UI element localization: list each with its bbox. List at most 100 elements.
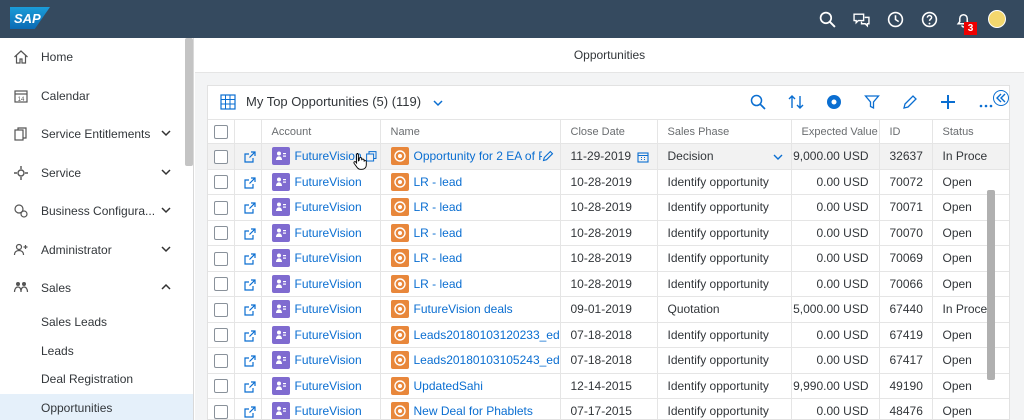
account-link[interactable]: FutureVision: [295, 200, 362, 214]
search-icon[interactable]: [810, 0, 844, 38]
opportunity-link[interactable]: UpdatedSahi: [414, 379, 483, 393]
sidebar-item-home[interactable]: Home: [0, 38, 193, 77]
table-row[interactable]: FutureVision LR - lead 10-28-2019 Identify …: [208, 220, 1009, 246]
opportunity-link[interactable]: LR - lead: [414, 277, 463, 291]
account-link[interactable]: FutureVision: [295, 149, 362, 163]
select-all-checkbox[interactable]: [214, 124, 228, 139]
open-record-cell[interactable]: [234, 322, 262, 348]
opportunity-link[interactable]: Leads20180103120233_edite: [414, 328, 560, 342]
search-icon[interactable]: [739, 90, 777, 114]
row-checkbox[interactable]: [214, 175, 228, 190]
opportunity-link[interactable]: LR - lead: [414, 200, 463, 214]
bell-icon[interactable]: 3: [946, 0, 980, 38]
close-date-cell[interactable]: 11-29-2019: [560, 143, 658, 170]
edit-icon[interactable]: [891, 90, 929, 114]
account-link[interactable]: FutureVision: [295, 175, 362, 189]
opportunity-link[interactable]: Opportunity for 2 EA of Pr: [414, 149, 551, 163]
opportunity-link[interactable]: LR - lead: [414, 251, 463, 265]
column-header-sales-phase[interactable]: Sales Phase: [657, 119, 792, 144]
row-checkbox[interactable]: [214, 302, 228, 317]
user-avatar[interactable]: [980, 0, 1014, 38]
table-view-icon[interactable]: [220, 94, 236, 110]
table-row[interactable]: FutureVision UpdatedSahi 12-14-2015 Identif…: [208, 373, 1009, 399]
row-checkbox[interactable]: [214, 328, 228, 343]
column-header-id[interactable]: ID: [879, 119, 933, 144]
filter-icon[interactable]: [853, 90, 891, 114]
column-header-status[interactable]: Status: [932, 119, 1009, 144]
query-selector[interactable]: My Top Opportunities (5) (119): [246, 94, 443, 109]
open-record-cell[interactable]: [234, 194, 262, 221]
sort-icon[interactable]: [777, 90, 815, 114]
chevron-down-icon[interactable]: [161, 205, 171, 215]
sidebar-subitem-sales-leads[interactable]: Sales Leads: [0, 308, 193, 337]
chevron-down-icon[interactable]: [161, 167, 171, 177]
row-checkbox[interactable]: [214, 277, 228, 292]
table-row[interactable]: FutureVision FutureVision deals 09-01-2019…: [208, 296, 1009, 323]
table-row[interactable]: FutureVision LR - lead 10-28-2019 Identify …: [208, 245, 1009, 272]
row-checkbox[interactable]: [214, 353, 228, 368]
account-link[interactable]: FutureVision: [295, 404, 362, 418]
open-record-cell[interactable]: [234, 143, 262, 170]
sidebar-item-administrator[interactable]: Administrator: [0, 231, 193, 270]
sidebar-item-business-configuration[interactable]: Business Configura...: [0, 192, 193, 231]
open-record-cell[interactable]: [234, 271, 262, 297]
open-record-cell[interactable]: [234, 245, 262, 272]
table-row[interactable]: FutureVision LR - lead 10-28-2019 Identify …: [208, 271, 1009, 297]
row-checkbox[interactable]: [214, 251, 228, 266]
account-link[interactable]: FutureVision: [295, 302, 362, 316]
column-header-expected-value[interactable]: Expected Value: [791, 119, 880, 144]
open-record-cell[interactable]: [234, 220, 262, 246]
row-checkbox[interactable]: [214, 200, 228, 215]
table-row[interactable]: FutureVision LR - lead 10-28-2019 Identify …: [208, 169, 1009, 195]
account-link[interactable]: FutureVision: [295, 277, 362, 291]
chevron-down-icon[interactable]: [161, 244, 171, 254]
sidebar-subitem-leads[interactable]: Leads: [0, 336, 193, 365]
settings-icon[interactable]: [815, 90, 853, 114]
opportunity-link[interactable]: Leads20180103105243_edite: [414, 353, 560, 367]
sales-phase-cell[interactable]: Decision: [657, 143, 792, 170]
table-row[interactable]: FutureVision Opportunity for 2 EA of Pr 11…: [208, 143, 1009, 170]
clock-icon[interactable]: [878, 0, 912, 38]
sap-logo[interactable]: SAP: [10, 7, 50, 29]
open-record-cell[interactable]: [234, 373, 262, 399]
sidebar-subitem-deal-registration[interactable]: Deal Registration: [0, 365, 193, 394]
account-link[interactable]: FutureVision: [295, 328, 362, 342]
table-row[interactable]: FutureVision Leads20180103120233_edite 07-…: [208, 322, 1009, 348]
table-row[interactable]: FutureVision LR - lead 10-28-2019 Identify …: [208, 194, 1009, 221]
chevron-down-icon[interactable]: [773, 152, 783, 162]
opportunity-link[interactable]: LR - lead: [414, 175, 463, 189]
open-record-cell[interactable]: [234, 296, 262, 323]
edit-icon[interactable]: [541, 150, 554, 162]
opportunity-link[interactable]: New Deal for Phablets: [414, 404, 533, 418]
table-scrollbar[interactable]: [987, 190, 995, 380]
table-row[interactable]: FutureVision New Deal for Phablets 07-17-2…: [208, 398, 1009, 419]
open-record-cell[interactable]: [234, 169, 262, 195]
add-icon[interactable]: [929, 90, 967, 114]
row-checkbox[interactable]: [214, 404, 228, 419]
opportunity-link[interactable]: FutureVision deals: [414, 302, 513, 316]
help-icon[interactable]: [912, 0, 946, 38]
sidebar-scrollbar[interactable]: [185, 38, 193, 166]
account-link[interactable]: FutureVision: [295, 379, 362, 393]
sidebar-item-service[interactable]: Service: [0, 154, 193, 193]
account-link[interactable]: FutureVision: [295, 353, 362, 367]
collapse-panel-button[interactable]: [993, 90, 1009, 106]
row-checkbox[interactable]: [214, 379, 228, 394]
chevron-down-icon[interactable]: [161, 128, 171, 138]
sidebar-item-calendar[interactable]: 14 Calendar: [0, 77, 193, 116]
sidebar-subitem-opportunities[interactable]: Opportunities: [0, 393, 193, 420]
open-record-cell[interactable]: [234, 398, 262, 419]
table-row[interactable]: FutureVision Leads20180103105243_edite 07-…: [208, 347, 1009, 374]
sidebar-item-sales[interactable]: Sales: [0, 269, 193, 308]
open-record-cell[interactable]: [234, 347, 262, 374]
copy-icon[interactable]: [365, 150, 377, 162]
calendar-icon[interactable]: [636, 151, 649, 163]
row-checkbox[interactable]: [214, 226, 228, 241]
chevron-up-icon[interactable]: [161, 282, 171, 292]
account-link[interactable]: FutureVision: [295, 251, 362, 265]
column-header-close-date[interactable]: Close Date: [560, 119, 658, 144]
column-header-name[interactable]: Name: [380, 119, 561, 144]
column-header-account[interactable]: Account: [261, 119, 381, 144]
account-link[interactable]: FutureVision: [295, 226, 362, 240]
row-checkbox[interactable]: [214, 149, 228, 164]
